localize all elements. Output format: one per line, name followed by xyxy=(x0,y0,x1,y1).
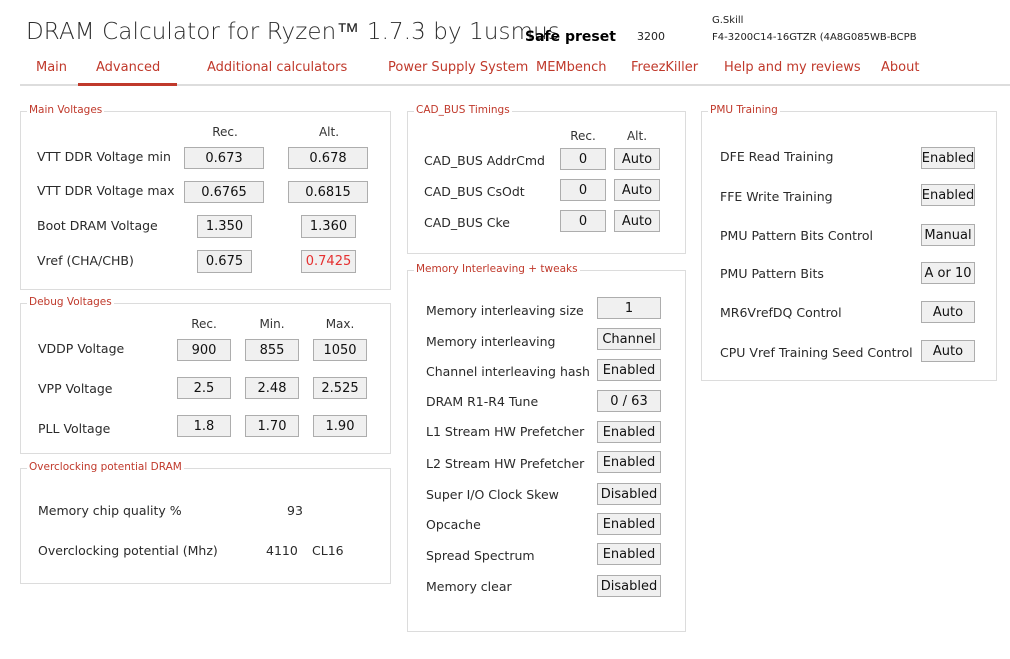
boot-dram-voltage-rec: 1.350 xyxy=(197,215,252,238)
cad-cke-label: CAD_BUS Cke xyxy=(424,215,510,230)
boot-dram-voltage-label: Boot DRAM Voltage xyxy=(37,218,158,233)
tab-main[interactable]: Main xyxy=(36,60,67,75)
oc-potential-cl: CL16 xyxy=(312,543,344,558)
memory-brand: G.Skill xyxy=(712,15,744,26)
tab-additional-calculators[interactable]: Additional calculators xyxy=(207,60,347,75)
oc-potential-label: Overclocking potential (Mhz) xyxy=(38,543,218,558)
pmu-training-legend: PMU Training xyxy=(708,104,780,116)
super-io-clock-skew-button[interactable]: Disabled xyxy=(597,483,661,505)
debug-voltages-legend: Debug Voltages xyxy=(27,296,114,308)
dram-r1-r4-tune-value: 0 / 63 xyxy=(597,390,661,412)
vtt-ddr-max-rec: 0.6765 xyxy=(184,181,264,203)
tab-about[interactable]: About xyxy=(881,60,919,75)
mem-interleaving-legend: Memory Interleaving + tweaks xyxy=(414,263,580,275)
vtt-ddr-max-alt: 0.6815 xyxy=(288,181,368,203)
vref-rec: 0.675 xyxy=(197,250,252,273)
spread-spectrum-button[interactable]: Enabled xyxy=(597,543,661,565)
active-tab-indicator xyxy=(78,83,177,86)
cad-csodt-alt[interactable]: Auto xyxy=(614,179,660,201)
dfe-read-training-label: DFE Read Training xyxy=(720,149,834,164)
mem-interleaving-size-label: Memory interleaving size xyxy=(426,303,584,318)
debug-col-max: Max. xyxy=(325,317,355,331)
tab-freezkiller[interactable]: FreezKiller xyxy=(631,60,698,75)
chip-quality-label: Memory chip quality % xyxy=(38,503,182,518)
preset-label: Safe preset xyxy=(525,29,616,45)
cad-addrcmd-label: CAD_BUS AddrCmd xyxy=(424,153,545,168)
channel-interleaving-hash-button[interactable]: Enabled xyxy=(597,359,661,381)
tab-power-supply-system[interactable]: Power Supply System xyxy=(388,60,528,75)
mem-interleaving-button[interactable]: Channel xyxy=(597,328,661,350)
cad-csodt-label: CAD_BUS CsOdt xyxy=(424,184,525,199)
tab-advanced[interactable]: Advanced xyxy=(96,60,160,75)
main-voltages-legend: Main Voltages xyxy=(27,104,105,116)
app-title: DRAM Calculator for Ryzen™ 1.7.3 by 1usm… xyxy=(26,19,560,45)
l2-prefetcher-button[interactable]: Enabled xyxy=(597,451,661,473)
dfe-read-training-button[interactable]: Enabled xyxy=(921,147,975,169)
vtt-ddr-min-label: VTT DDR Voltage min xyxy=(37,149,171,164)
pll-min: 1.70 xyxy=(245,415,299,437)
debug-col-min: Min. xyxy=(259,317,285,331)
tab-help-reviews[interactable]: Help and my reviews xyxy=(724,60,861,75)
vddp-voltage-label: VDDP Voltage xyxy=(38,341,125,356)
vpp-rec: 2.5 xyxy=(177,377,231,399)
oc-potential-legend: Overclocking potential DRAM xyxy=(27,461,184,473)
cad-csodt-rec: 0 xyxy=(560,179,606,201)
vpp-min: 2.48 xyxy=(245,377,299,399)
channel-interleaving-hash-label: Channel interleaving hash xyxy=(426,364,590,379)
mem-interleaving-size-value: 1 xyxy=(597,297,661,319)
vddp-max: 1050 xyxy=(313,339,367,361)
mem-interleaving-label: Memory interleaving xyxy=(426,334,556,349)
vtt-ddr-max-label: VTT DDR Voltage max xyxy=(37,183,175,198)
vtt-ddr-min-alt: 0.678 xyxy=(288,147,368,169)
pll-voltage-label: PLL Voltage xyxy=(38,421,111,436)
vref-alt: 0.7425 xyxy=(301,250,356,273)
debug-col-rec: Rec. xyxy=(191,317,217,331)
preset-frequency: 3200 xyxy=(637,30,665,43)
opcache-label: Opcache xyxy=(426,517,481,532)
cad-bus-col-rec: Rec. xyxy=(570,129,596,143)
l2-prefetcher-label: L2 Stream HW Prefetcher xyxy=(426,456,585,471)
opcache-button[interactable]: Enabled xyxy=(597,513,661,535)
vddp-min: 855 xyxy=(245,339,299,361)
l1-prefetcher-button[interactable]: Enabled xyxy=(597,421,661,443)
vpp-voltage-label: VPP Voltage xyxy=(38,381,113,396)
memory-clear-button[interactable]: Disabled xyxy=(597,575,661,597)
main-voltages-col-rec: Rec. xyxy=(212,125,238,139)
pll-rec: 1.8 xyxy=(177,415,231,437)
cad-cke-alt[interactable]: Auto xyxy=(614,210,660,232)
pll-max: 1.90 xyxy=(313,415,367,437)
dram-r1-r4-tune-label: DRAM R1-R4 Tune xyxy=(426,394,539,409)
vpp-max: 2.525 xyxy=(313,377,367,399)
cpu-vref-seed-control-button[interactable]: Auto xyxy=(921,340,975,362)
memory-part-number: F4-3200C14-16GTZR (4A8G085WB-BCPB xyxy=(712,32,917,43)
mr6vrefdq-control-button[interactable]: Auto xyxy=(921,301,975,323)
pmu-pattern-bits-button[interactable]: A or 10 xyxy=(921,262,975,284)
tab-membench[interactable]: MEMbench xyxy=(536,60,607,75)
cad-addrcmd-rec: 0 xyxy=(560,148,606,170)
ffe-write-training-label: FFE Write Training xyxy=(720,189,833,204)
cad-cke-rec: 0 xyxy=(560,210,606,232)
oc-potential-panel xyxy=(20,468,391,584)
cad-bus-col-alt: Alt. xyxy=(626,129,648,143)
chip-quality-value: 93 xyxy=(287,503,303,518)
pmu-pattern-bits-control-button[interactable]: Manual xyxy=(921,224,975,246)
ffe-write-training-button[interactable]: Enabled xyxy=(921,184,975,206)
main-voltages-col-alt: Alt. xyxy=(318,125,340,139)
mr6vrefdq-control-label: MR6VrefDQ Control xyxy=(720,305,842,320)
pmu-pattern-bits-control-label: PMU Pattern Bits Control xyxy=(720,228,874,243)
pmu-pattern-bits-label: PMU Pattern Bits xyxy=(720,266,824,281)
l1-prefetcher-label: L1 Stream HW Prefetcher xyxy=(426,424,585,439)
cad-bus-legend: CAD_BUS Timings xyxy=(414,104,512,116)
cpu-vref-seed-control-label: CPU Vref Training Seed Control xyxy=(720,345,913,360)
spread-spectrum-label: Spread Spectrum xyxy=(426,548,535,563)
boot-dram-voltage-alt: 1.360 xyxy=(301,215,356,238)
oc-potential-mhz: 4110 xyxy=(266,543,298,558)
memory-clear-label: Memory clear xyxy=(426,579,512,594)
vtt-ddr-min-rec: 0.673 xyxy=(184,147,264,169)
super-io-clock-skew-label: Super I/O Clock Skew xyxy=(426,487,559,502)
vref-label: Vref (CHA/CHB) xyxy=(37,253,134,268)
cad-addrcmd-alt[interactable]: Auto xyxy=(614,148,660,170)
vddp-rec: 900 xyxy=(177,339,231,361)
